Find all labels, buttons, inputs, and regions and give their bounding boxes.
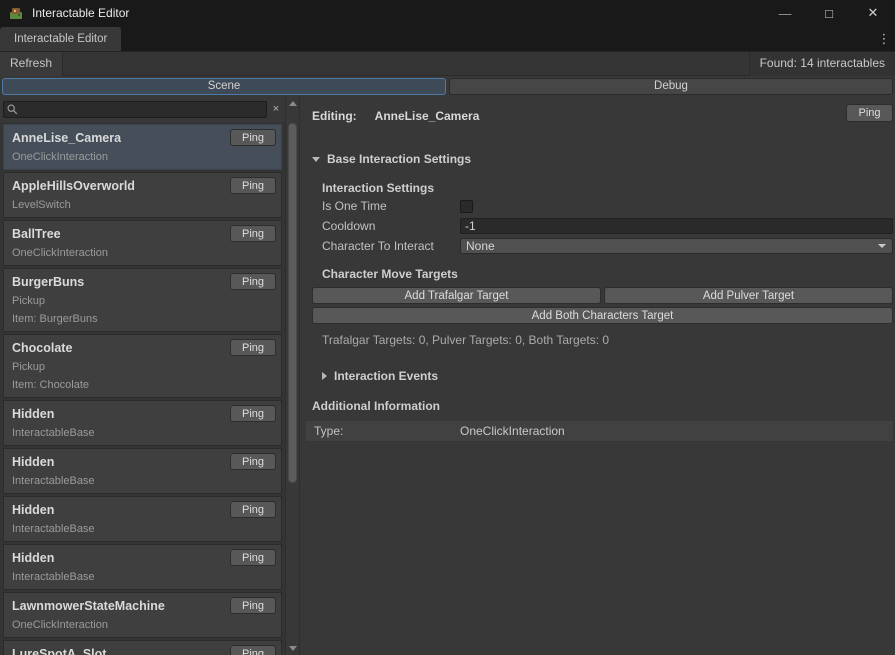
add-pulver-target-button[interactable]: Add Pulver Target <box>604 287 893 304</box>
item-type: InteractableBase <box>12 475 273 488</box>
close-button[interactable]: ✕ <box>851 0 895 26</box>
targets-summary: Trafalgar Targets: 0, Pulver Targets: 0,… <box>322 333 893 347</box>
chevron-down-icon <box>312 157 320 162</box>
move-target-buttons: Add Trafalgar Target Add Pulver Target <box>312 287 893 304</box>
tab-label: Interactable Editor <box>14 33 107 45</box>
tab-interactable-editor[interactable]: Interactable Editor <box>0 27 121 51</box>
ping-button[interactable]: Ping <box>846 104 893 122</box>
add-trafalgar-target-button[interactable]: Add Trafalgar Target <box>312 287 601 304</box>
item-type: OneClickInteraction <box>12 619 273 632</box>
inspector-header: Editing: AnneLise_Camera Ping <box>312 104 893 128</box>
vertical-scrollbar[interactable] <box>285 96 299 655</box>
character-to-interact-label: Character To Interact <box>322 239 460 253</box>
character-to-interact-dropdown[interactable]: None <box>460 238 893 254</box>
additional-information-header: Additional Information <box>312 399 893 413</box>
scroll-up-button[interactable] <box>286 97 299 109</box>
editing-value: AnneLise_Camera <box>375 109 480 123</box>
move-targets-header: Character Move Targets <box>322 266 893 282</box>
toolbar: Refresh Found: 14 interactables <box>0 52 895 76</box>
item-type: OneClickInteraction <box>12 151 273 164</box>
is-one-time-row: Is One Time <box>322 196 893 216</box>
ping-button[interactable]: Ping <box>230 501 276 518</box>
tab-scene[interactable]: Scene <box>2 78 446 95</box>
ping-button[interactable]: Ping <box>230 129 276 146</box>
ping-button[interactable]: Ping <box>230 405 276 422</box>
item-type: Pickup <box>12 295 273 308</box>
list-item[interactable]: AnneLise_Camera OneClickInteraction Ping <box>3 124 282 170</box>
ping-button[interactable]: Ping <box>230 597 276 614</box>
list-item[interactable]: Hidden InteractableBase Ping <box>3 400 282 446</box>
tab-debug[interactable]: Debug <box>449 78 893 95</box>
scroll-down-button[interactable] <box>286 642 299 654</box>
foldout-label: Interaction Events <box>334 369 438 383</box>
chevron-right-icon <box>322 372 327 380</box>
is-one-time-label: Is One Time <box>322 199 460 213</box>
ping-button[interactable]: Ping <box>230 225 276 242</box>
add-both-targets-button[interactable]: Add Both Characters Target <box>312 307 893 324</box>
sidebar: × AnneLise_Camera OneClickInteraction Pi… <box>0 96 300 655</box>
item-type: Pickup <box>12 361 273 374</box>
interactable-list: AnneLise_Camera OneClickInteraction Ping… <box>3 124 282 655</box>
cooldown-input[interactable] <box>460 218 893 234</box>
item-detail: Item: Chocolate <box>12 379 273 392</box>
character-to-interact-row: Character To Interact None <box>322 236 893 256</box>
view-tabs: Scene Debug <box>0 76 895 96</box>
scroll-down-icon <box>289 646 297 651</box>
item-type: InteractableBase <box>12 427 273 440</box>
item-type: InteractableBase <box>12 523 273 536</box>
found-count: Found: 14 interactables <box>749 52 895 76</box>
window-controls: — □ ✕ <box>763 0 895 26</box>
app-icon <box>8 5 24 21</box>
is-one-time-checkbox[interactable] <box>460 200 473 213</box>
foldout-base-interaction-settings[interactable]: Base Interaction Settings <box>312 152 893 166</box>
foldout-interaction-events[interactable]: Interaction Events <box>322 369 893 383</box>
type-row: Type: OneClickInteraction <box>306 421 893 441</box>
ping-button[interactable]: Ping <box>230 339 276 356</box>
list-item[interactable]: Hidden InteractableBase Ping <box>3 496 282 542</box>
ping-button[interactable]: Ping <box>230 453 276 470</box>
list-item[interactable]: AppleHillsOverworld LevelSwitch Ping <box>3 172 282 218</box>
editor-tabstrip: Interactable Editor ⋮ <box>0 26 895 52</box>
ping-button[interactable]: Ping <box>230 549 276 566</box>
cooldown-label: Cooldown <box>322 219 460 233</box>
ping-button[interactable]: Ping <box>230 645 276 655</box>
item-type: OneClickInteraction <box>12 247 273 260</box>
search-input[interactable] <box>3 101 267 118</box>
refresh-button[interactable]: Refresh <box>0 52 63 76</box>
item-type: InteractableBase <box>12 571 273 584</box>
interaction-settings-header: Interaction Settings <box>322 180 893 196</box>
content: × AnneLise_Camera OneClickInteraction Pi… <box>0 96 895 655</box>
list-item[interactable]: Hidden InteractableBase Ping <box>3 448 282 494</box>
dropdown-arrow-icon <box>878 244 886 248</box>
scrollbar-thumb[interactable] <box>288 123 297 483</box>
search-icon <box>7 104 18 115</box>
window-title: Interactable Editor <box>32 6 129 20</box>
type-value: OneClickInteraction <box>460 424 565 438</box>
list-item[interactable]: Hidden InteractableBase Ping <box>3 544 282 590</box>
item-type: LevelSwitch <box>12 199 273 212</box>
list-item[interactable]: BallTree OneClickInteraction Ping <box>3 220 282 266</box>
interaction-settings-section: Interaction Settings Is One Time Cooldow… <box>322 180 893 282</box>
search-row: × <box>0 96 299 122</box>
ping-button[interactable]: Ping <box>230 273 276 290</box>
editing-label: Editing: <box>312 109 357 123</box>
window-titlebar: Interactable Editor — □ ✕ <box>0 0 895 26</box>
scroll-up-icon <box>289 101 297 106</box>
maximize-button[interactable]: □ <box>807 0 851 26</box>
cooldown-row: Cooldown <box>322 216 893 236</box>
type-label: Type: <box>314 424 460 438</box>
list-item[interactable]: LureSpotA_Slot Ping <box>3 640 282 655</box>
list-item[interactable]: BurgerBuns Pickup Item: BurgerBuns Ping <box>3 268 282 332</box>
item-detail: Item: BurgerBuns <box>12 313 273 326</box>
list-item[interactable]: Chocolate Pickup Item: Chocolate Ping <box>3 334 282 398</box>
search-clear-button[interactable]: × <box>269 103 283 115</box>
foldout-label: Base Interaction Settings <box>327 152 471 166</box>
minimize-button[interactable]: — <box>763 0 807 26</box>
kebab-menu-icon[interactable]: ⋮ <box>875 26 893 52</box>
inspector-panel: Editing: AnneLise_Camera Ping Base Inter… <box>300 96 895 655</box>
ping-button[interactable]: Ping <box>230 177 276 194</box>
list-item[interactable]: LawnmowerStateMachine OneClickInteractio… <box>3 592 282 638</box>
dropdown-value: None <box>466 239 495 253</box>
